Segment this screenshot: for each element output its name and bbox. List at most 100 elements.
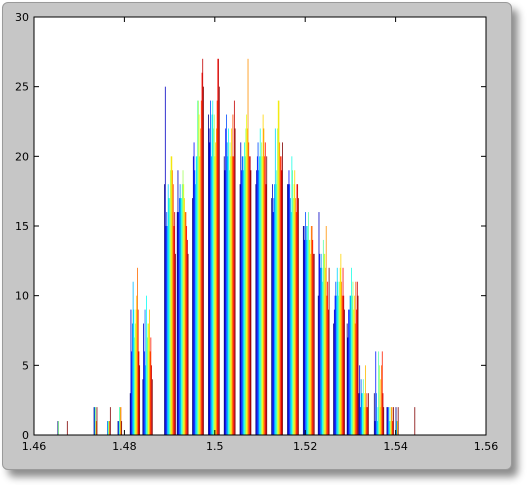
histogram-bar (182, 170, 184, 435)
histogram-bar (119, 407, 120, 435)
y-tick-label: 30 (15, 11, 29, 24)
histogram-bar (95, 421, 97, 435)
histogram-bar (365, 365, 366, 435)
histogram-bar (203, 86, 204, 436)
histogram-bar (264, 156, 265, 435)
histogram-bar (376, 421, 378, 435)
histogram-bar (108, 421, 110, 435)
histogram-bar (131, 351, 133, 435)
histogram-bar (353, 309, 355, 435)
histogram-bar (175, 253, 176, 435)
histogram-bar (245, 128, 247, 435)
histogram-bar (272, 212, 274, 435)
histogram-bar (174, 212, 176, 435)
histogram-bar (150, 337, 152, 435)
histogram-bar (282, 142, 283, 435)
histogram-bar (349, 295, 351, 435)
histogram-bar (365, 407, 367, 435)
histogram-bar (130, 309, 132, 435)
histogram-bar (133, 309, 135, 435)
histogram-bar (279, 142, 281, 435)
histogram-bar (260, 156, 262, 435)
histogram-bar (350, 295, 352, 435)
histogram-bar (391, 407, 393, 435)
y-tick-label: 0 (22, 429, 29, 442)
histogram-bar (179, 184, 181, 435)
histogram-bar (210, 100, 211, 435)
histogram-bar (170, 156, 172, 435)
histogram-bar (165, 226, 167, 435)
histogram-bar (312, 239, 314, 435)
histogram-bar (336, 267, 338, 435)
histogram-bar (274, 128, 276, 435)
histogram-bar (181, 184, 183, 435)
histogram-bar (248, 142, 250, 435)
histogram-bar (390, 407, 392, 435)
histogram-bar (387, 407, 389, 435)
histogram-bar (313, 253, 315, 435)
histogram-bar (359, 407, 361, 435)
histogram-bar (143, 351, 145, 435)
histogram-bar (233, 100, 235, 435)
histogram-bar (273, 198, 275, 435)
histogram-bar (231, 156, 233, 435)
histogram-bar (144, 309, 146, 435)
y-tick-label: 5 (22, 359, 29, 372)
histogram-bar (313, 253, 314, 435)
histogram-bar (107, 421, 108, 435)
histogram-bar (325, 267, 326, 435)
histogram-bar (120, 407, 122, 435)
histogram-bar (322, 239, 324, 435)
histogram-bar (348, 309, 350, 435)
histogram-bar (355, 281, 357, 435)
histogram-bar (146, 295, 147, 435)
histogram-bar (129, 393, 131, 435)
histogram-bar (397, 421, 398, 435)
histogram-bar (246, 128, 248, 435)
histogram-bar (137, 309, 139, 435)
histogram-bar (225, 128, 227, 435)
histogram-bar (121, 421, 123, 435)
histogram-bar (311, 226, 313, 435)
histogram-bar (373, 393, 375, 435)
histogram-bar (279, 156, 281, 435)
histogram-bar (184, 212, 186, 435)
histogram-bar (339, 267, 341, 435)
histogram-bar (241, 156, 243, 435)
histogram-bar (278, 100, 280, 435)
histogram-chart: 1.46 1.48 1.5 1.52 1.54 1.56051015202530 (15, 11, 498, 453)
histogram-bar (352, 281, 354, 435)
histogram-bar (321, 267, 323, 435)
histogram-bar (263, 128, 265, 435)
histogram-bar (192, 198, 193, 435)
histogram-bar (266, 156, 268, 435)
histogram-bar (356, 281, 358, 435)
histogram-bar (257, 142, 259, 435)
histogram-bar (388, 407, 389, 435)
histogram-bar (214, 156, 216, 435)
histogram-bar (366, 393, 368, 435)
histogram-bar (118, 421, 120, 435)
histogram-bar (374, 421, 376, 435)
histogram-bar (210, 156, 212, 435)
histogram-bar (109, 407, 111, 435)
histogram-bar (305, 226, 307, 435)
histogram-bar (274, 184, 275, 435)
histogram-bar (228, 128, 229, 435)
histogram-bar (192, 156, 194, 435)
histogram-bar (95, 407, 96, 435)
histogram-bar (344, 309, 345, 435)
histogram-bar (276, 170, 278, 435)
histogram-bar (265, 184, 267, 435)
histogram-bar (119, 407, 121, 435)
histogram-bar (196, 156, 198, 435)
histogram-bar (291, 156, 293, 435)
histogram-bar (241, 170, 242, 435)
histogram-bar (94, 407, 96, 435)
histogram-bar (388, 421, 390, 435)
histogram-bar (131, 323, 133, 435)
y-tick-label: 15 (15, 220, 29, 233)
y-tick-label: 25 (15, 81, 29, 94)
histogram-bar (356, 309, 357, 435)
histogram-bar (169, 198, 171, 435)
